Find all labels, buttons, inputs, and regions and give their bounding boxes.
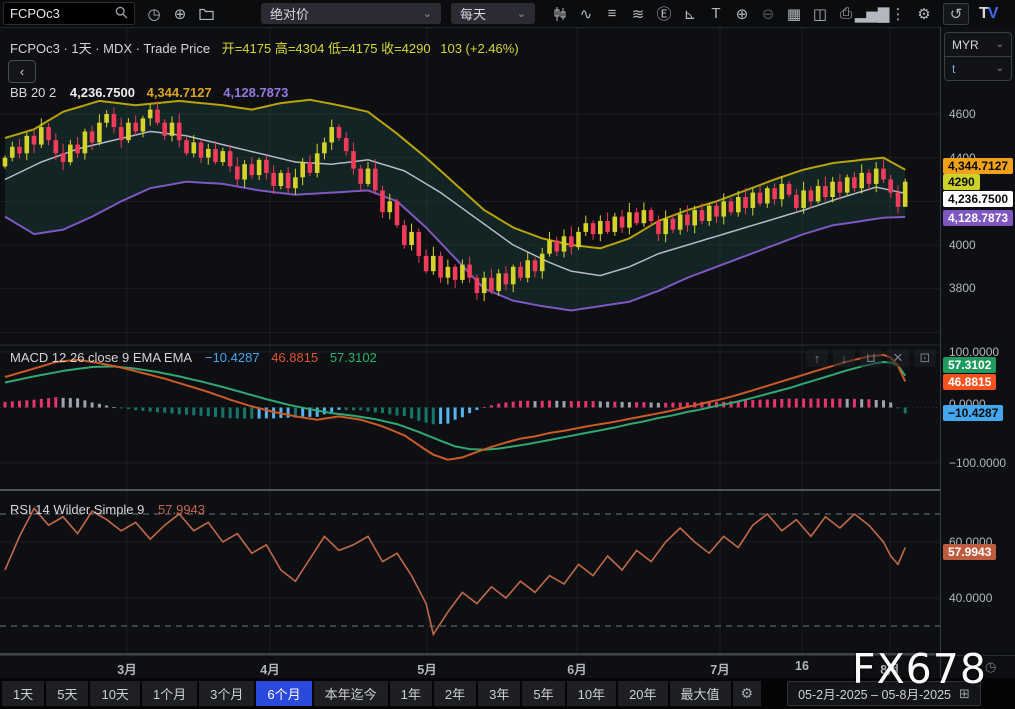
range-button-10年[interactable]: 10年	[567, 681, 616, 706]
symbol-header[interactable]: FCPOc3 · 1天 · MDX · Trade Price 开=4175 高…	[10, 38, 519, 57]
text-tool-icon[interactable]: T	[703, 3, 729, 25]
ohlc-values: 开=4175 高=4304 低=4175 收=4290	[222, 41, 431, 56]
range-button-1天[interactable]: 1天	[2, 681, 44, 706]
stats-icon[interactable]: ▂▅▇	[859, 3, 885, 25]
tradingview-logo[interactable]: TV	[979, 5, 997, 23]
scale-tick: 4000	[949, 238, 976, 252]
interval-value: 每天	[460, 4, 486, 23]
price-label: 57.9943	[943, 544, 996, 560]
more-icon[interactable]: ⋮	[885, 3, 911, 25]
time-axis-label: 6月	[547, 659, 607, 678]
range-button-5天[interactable]: 5天	[46, 681, 88, 706]
price-scale[interactable]: MYR ⌄ t ⌄ 4600440040003800100.00000.0000…	[940, 27, 1015, 655]
range-button-1个月[interactable]: 1个月	[142, 681, 197, 706]
templates-icon[interactable]: ≡	[599, 3, 625, 25]
scale-tick: 3800	[949, 281, 976, 295]
symbol-text: FCPOc3	[10, 6, 60, 21]
bb-indicator-header[interactable]: BB 20 2 4,236.7500 4,344.7127 4,128.7873	[10, 85, 288, 100]
time-axis-label: 4月	[240, 659, 300, 678]
chevron-down-icon: ⌄	[996, 39, 1004, 50]
scale-tick: −100.0000	[949, 456, 1006, 470]
rsi-label: RSI 14 Wilder Simple 9	[10, 502, 144, 517]
chevron-down-icon: ⌄	[996, 63, 1004, 74]
clock-icon[interactable]: ◷	[141, 3, 167, 25]
range-button-1年[interactable]: 1年	[390, 681, 432, 706]
zoom-out-icon[interactable]: ⊖	[755, 3, 781, 25]
pane-toolbar: ↑ ↓ ⊔ ✕ ⊡	[806, 349, 936, 367]
range-button-本年迄今[interactable]: 本年迄今	[314, 681, 388, 706]
economic-events-icon[interactable]: Ⓔ	[651, 3, 677, 25]
price-label: 4,128.7873	[943, 210, 1013, 226]
pane-move-up-icon[interactable]: ↑	[806, 349, 828, 367]
bb-basis-value: 4,236.7500	[70, 85, 135, 100]
unit-dropdown[interactable]: t ⌄	[945, 56, 1011, 80]
time-axis[interactable]: 3月4月5月6月7月168月	[0, 655, 940, 678]
collapse-header-button[interactable]: ‹	[8, 60, 36, 83]
scale-tick: 4600	[949, 107, 976, 121]
macd-label: MACD 12 26 close 9 EMA EMA	[10, 350, 191, 365]
top-toolbar: FCPOc3 ◷⊕ 绝对价 ⌄ 每天 ⌄ ∿≡≋Ⓔ⊾T⊕⊖▦◫⎙▂▅▇⋮⚙↺ T…	[0, 0, 1015, 28]
pane-move-down-icon[interactable]: ↓	[833, 349, 855, 367]
table-icon[interactable]: ▦	[781, 3, 807, 25]
price-label: 4,236.7500	[943, 191, 1013, 207]
interval-dropdown[interactable]: 每天 ⌄	[451, 3, 535, 24]
unit-value: t	[952, 62, 955, 76]
macd-hist-value: −10.4287	[205, 350, 260, 365]
price-label: −10.4287	[943, 405, 1003, 421]
time-axis-label: 16	[772, 659, 832, 673]
range-button-5年[interactable]: 5年	[522, 681, 564, 706]
chart-canvas[interactable]	[0, 27, 940, 655]
scale-tick: 40.0000	[949, 591, 992, 605]
chevron-down-icon: ⌄	[517, 7, 526, 20]
price-mode-value: 绝对价	[270, 4, 309, 23]
range-button-6个月[interactable]: 6个月	[256, 681, 311, 706]
folder-icon[interactable]	[193, 3, 219, 25]
range-button-20年[interactable]: 20年	[618, 681, 667, 706]
chevron-down-icon: ⌄	[423, 7, 432, 20]
change-value: 103 (+2.46%)	[440, 41, 518, 56]
range-button-2年[interactable]: 2年	[434, 681, 476, 706]
bb-label: BB 20 2	[10, 85, 56, 100]
range-button-3年[interactable]: 3年	[478, 681, 520, 706]
undo-icon[interactable]: ↺	[943, 3, 969, 25]
price-label: 4290	[943, 174, 980, 190]
add-symbol-icon[interactable]: ⊕	[167, 3, 193, 25]
pane-maximize-icon[interactable]: ⊡	[914, 349, 936, 367]
range-button-最大值[interactable]: 最大值	[670, 681, 731, 706]
settings-icon[interactable]: ⚙	[911, 3, 937, 25]
search-icon	[115, 6, 128, 22]
macd-line-value: 46.8815	[271, 350, 318, 365]
time-axis-label: 7月	[690, 659, 750, 678]
rsi-indicator-header[interactable]: RSI 14 Wilder Simple 9 57.9943	[10, 502, 205, 517]
price-label: 4,344.7127	[943, 158, 1013, 174]
trading-chart-app: FCPOc3 ◷⊕ 绝对价 ⌄ 每天 ⌄ ∿≡≋Ⓔ⊾T⊕⊖▦◫⎙▂▅▇⋮⚙↺ T…	[0, 0, 1015, 709]
time-axis-label: 3月	[97, 659, 157, 678]
price-label: 46.8815	[943, 374, 996, 390]
snapshot-icon[interactable]: ◫	[807, 3, 833, 25]
range-button-10天[interactable]: 10天	[90, 681, 139, 706]
price-mode-dropdown[interactable]: 绝对价 ⌄	[261, 3, 441, 24]
pane-delete-icon[interactable]: ⊔	[860, 349, 882, 367]
scale-unit-box: MYR ⌄ t ⌄	[944, 32, 1012, 81]
time-axis-label: 5月	[397, 659, 457, 678]
symbol-search-input[interactable]: FCPOc3	[3, 2, 135, 25]
macd-indicator-header[interactable]: MACD 12 26 close 9 EMA EMA −10.4287 46.8…	[10, 350, 377, 365]
compare-icon[interactable]: ≋	[625, 3, 651, 25]
currency-dropdown[interactable]: MYR ⌄	[945, 33, 1011, 56]
measure-icon[interactable]: ⊾	[677, 3, 703, 25]
candlestick-style-icon[interactable]	[547, 3, 573, 25]
bb-upper-value: 4,344.7127	[147, 85, 212, 100]
rsi-value: 57.9943	[158, 502, 205, 517]
fx678-watermark: FX678	[852, 645, 987, 693]
currency-value: MYR	[952, 38, 979, 52]
price-label: 57.3102	[943, 357, 996, 373]
indicators-icon[interactable]: ∿	[573, 3, 599, 25]
zoom-in-icon[interactable]: ⊕	[729, 3, 755, 25]
range-button-3个月[interactable]: 3个月	[199, 681, 254, 706]
bb-lower-value: 4,128.7873	[223, 85, 288, 100]
macd-signal-value: 57.3102	[330, 350, 377, 365]
range-settings-button[interactable]: ⚙	[733, 681, 762, 706]
pane-close-icon[interactable]: ✕	[887, 349, 909, 367]
symbol-title: FCPOc3 · 1天 · MDX · Trade Price	[10, 41, 210, 56]
